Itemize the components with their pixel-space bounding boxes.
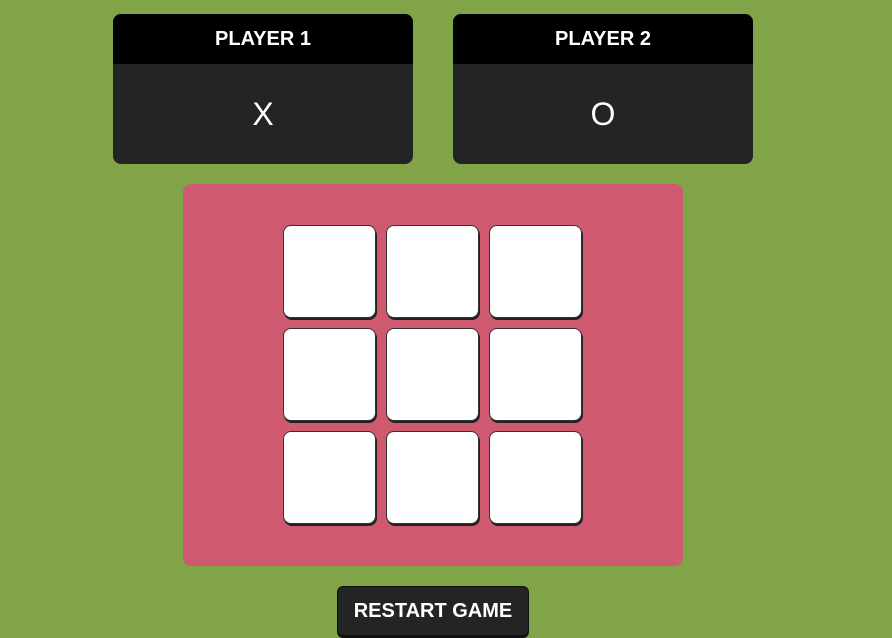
- board-cell-9[interactable]: [489, 431, 582, 524]
- board-panel: [183, 184, 683, 566]
- player-1-card: PLAYER 1 X: [113, 14, 413, 164]
- restart-game-button[interactable]: RESTART GAME: [337, 586, 529, 636]
- board-cell-6[interactable]: [489, 328, 582, 421]
- player-2-card: PLAYER 2 O: [453, 14, 753, 164]
- board-cell-1[interactable]: [283, 225, 376, 318]
- game-board: [283, 225, 582, 524]
- player-2-mark: O: [590, 95, 616, 132]
- board-cell-7[interactable]: [283, 431, 376, 524]
- player-1-mark: X: [252, 95, 274, 132]
- board-cell-4[interactable]: [283, 328, 376, 421]
- board-cell-8[interactable]: [386, 431, 479, 524]
- player-2-label: PLAYER 2: [453, 14, 753, 64]
- board-cell-3[interactable]: [489, 225, 582, 318]
- board-cell-5[interactable]: [386, 328, 479, 421]
- board-cell-2[interactable]: [386, 225, 479, 318]
- player-1-label: PLAYER 1: [113, 14, 413, 64]
